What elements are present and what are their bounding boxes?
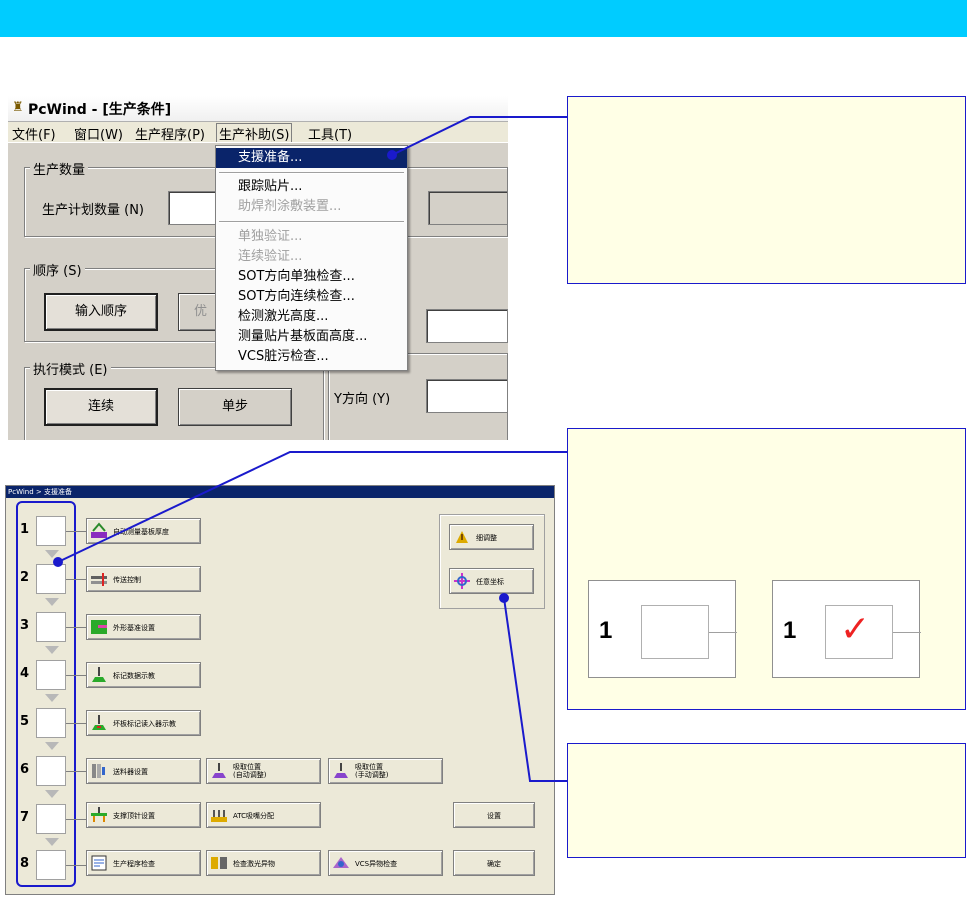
- pointer-lines: [53, 116, 567, 782]
- pointer-line-buttons: [503, 597, 567, 782]
- pointer-dot-buttons: [499, 593, 509, 603]
- pointer-dot-menu: [387, 150, 397, 160]
- pointer-line-steps: [57, 451, 567, 563]
- pointer-line-menu: [391, 116, 567, 156]
- pointer-dot-steps: [53, 557, 63, 567]
